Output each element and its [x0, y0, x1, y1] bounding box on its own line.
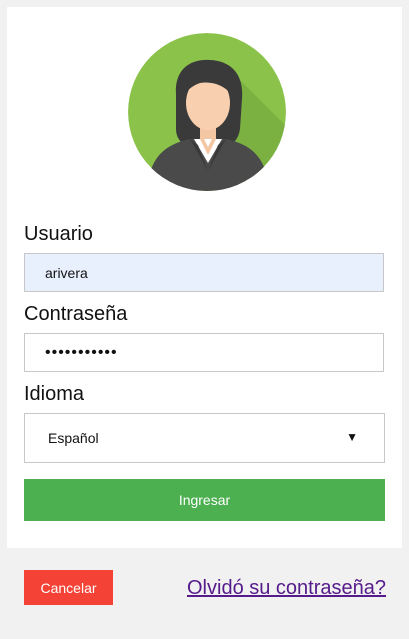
language-select[interactable]: Español ▼ [24, 413, 385, 463]
chevron-down-icon: ▼ [346, 430, 358, 444]
password-input[interactable] [24, 333, 384, 372]
login-container: Usuario Contraseña Idioma Español ▼ Ingr… [5, 5, 404, 634]
login-button[interactable]: Ingresar [24, 479, 385, 521]
login-panel: Usuario Contraseña Idioma Español ▼ Ingr… [7, 7, 402, 548]
password-label: Contraseña [24, 303, 128, 325]
forgot-password-link[interactable]: Olvidó su contraseña? [187, 577, 386, 600]
cancel-button[interactable]: Cancelar [24, 570, 113, 605]
language-selected-value: Español [48, 430, 99, 446]
user-avatar-icon [128, 33, 286, 191]
username-label: Usuario [24, 223, 93, 245]
username-input[interactable] [24, 253, 384, 292]
language-label: Idioma [24, 383, 85, 405]
